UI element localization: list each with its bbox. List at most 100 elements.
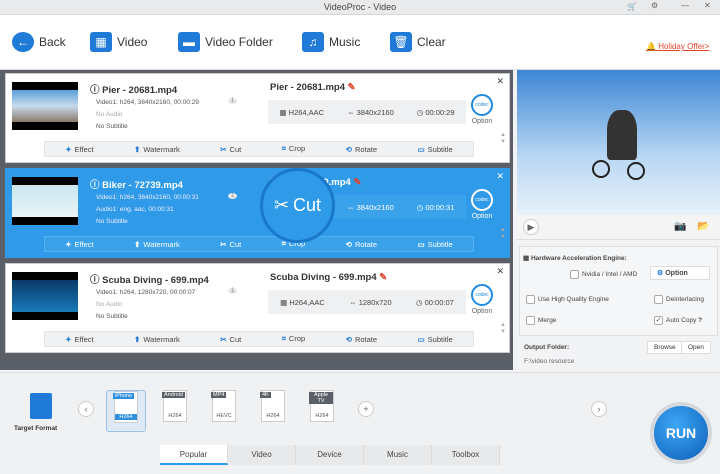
watermark-button[interactable]: ⬆ Watermark [134, 145, 180, 154]
subtitle-button[interactable]: ▭ Subtitle [418, 240, 453, 249]
video-thumbnail[interactable] [12, 272, 78, 320]
resolution-info: ⇔ 1280x720 [349, 297, 392, 307]
resize-icon: ⇔ [347, 107, 355, 117]
back-arrow-icon: ← [12, 32, 34, 52]
format-preset[interactable]: 4K H264 [253, 390, 293, 432]
close-icon[interactable]: ✕ [704, 1, 711, 10]
help-icon[interactable]: ? [698, 317, 702, 324]
minimize-icon[interactable]: — [681, 1, 689, 10]
title-bar: VideoProc - Video 🛒 ⚙ — ✕ [0, 0, 720, 15]
clock-icon: ◷ [416, 107, 424, 117]
option-button[interactable]: ⚙ Option [650, 266, 710, 280]
output-folder-label: Output Folder: [524, 344, 570, 351]
deinterlacing-checkbox[interactable]: Deinterlacing [654, 295, 704, 304]
format-preset[interactable]: MP4 HEVC [204, 390, 244, 432]
add-music-button[interactable]: ♫ Music [302, 32, 360, 52]
codec-option-button[interactable]: codec Option [469, 94, 495, 125]
reorder-arrows[interactable]: ▲ ▼ [500, 227, 506, 241]
cut-icon: ✂ [220, 239, 227, 249]
scroll-right-button[interactable]: › [591, 401, 607, 417]
info-icon[interactable]: ⓘ [90, 85, 100, 96]
video-item[interactable]: ⓘ Biker - 72739.mp4 Video1: h264, 3840x2… [5, 168, 510, 258]
format-tabs: Popular Video Device Music Toolbox [160, 445, 500, 465]
remove-item-button[interactable]: ✕ [496, 266, 504, 277]
format-preset[interactable]: iPhone H264 [106, 390, 146, 432]
edit-pencil-icon: ✎ [353, 177, 362, 188]
clear-button[interactable]: 🗑 Clear [390, 32, 446, 52]
open-folder-icon[interactable]: 📂 [697, 221, 709, 232]
cut-icon: ✂ [220, 144, 227, 154]
tab-popular[interactable]: Popular [160, 445, 228, 465]
merge-checkbox[interactable]: Merge [526, 316, 556, 325]
rotate-button[interactable]: ⟲ Rotate [346, 145, 377, 154]
target-format-icon[interactable] [30, 393, 52, 419]
format-preset[interactable]: Apple TV H264 [302, 390, 342, 432]
bell-icon: 🔔 [646, 42, 656, 51]
reorder-arrows[interactable]: ▲ ▼ [500, 322, 506, 336]
cut-button[interactable]: ✂ Cut [220, 240, 241, 249]
watermark-button[interactable]: ⬆ Watermark [134, 335, 180, 344]
watermark-button[interactable]: ⬆ Watermark [134, 240, 180, 249]
output-file-name[interactable]: Pier - 20681.mp4 ✎ [270, 82, 356, 93]
browse-button[interactable]: Browse [647, 341, 683, 354]
subtitle-button[interactable]: ▭ Subtitle [418, 145, 453, 154]
info-icon[interactable]: ⓘ [90, 275, 100, 286]
subtitle-track: No Subtitle [96, 313, 128, 320]
open-button[interactable]: Open [681, 341, 711, 354]
play-button[interactable]: ▶ [523, 219, 539, 235]
cart-icon[interactable]: 🛒 [627, 2, 637, 11]
video-preview[interactable] [517, 70, 720, 215]
reorder-arrows[interactable]: ▲ ▼ [500, 132, 506, 146]
gear-icon[interactable]: ⚙ [651, 1, 658, 10]
snapshot-icon[interactable]: 📷 [674, 221, 686, 232]
effect-button[interactable]: ✦ Effect [65, 145, 93, 154]
crop-button[interactable]: ⌗ Crop [282, 334, 306, 344]
crop-button[interactable]: ⌗ Crop [282, 144, 306, 154]
tab-toolbox[interactable]: Toolbox [432, 445, 500, 465]
rotate-button[interactable]: ⟲ Rotate [346, 240, 377, 249]
video-thumbnail[interactable] [12, 177, 78, 225]
add-format-button[interactable]: + [358, 401, 374, 417]
hw-checkbox[interactable]: Nvidia / Intel / AMD [570, 270, 637, 279]
remove-item-button[interactable]: ✕ [496, 171, 504, 182]
run-button[interactable]: RUN [650, 402, 712, 464]
codec-option-button[interactable]: codec Option [469, 189, 495, 220]
resize-icon: ⇔ [349, 297, 357, 307]
track-count-badge: 1 [228, 193, 237, 199]
format-preset[interactable]: Android H264 [155, 390, 195, 432]
rotate-icon: ⟲ [345, 144, 352, 154]
rotate-button[interactable]: ⟲ Rotate [346, 335, 377, 344]
film-icon: ▦ [280, 297, 288, 307]
cut-button[interactable]: ✂ Cut [220, 145, 241, 154]
video-item[interactable]: ⓘ Pier - 20681.mp4 Video1: h264, 3840x21… [5, 73, 510, 163]
output-file-name[interactable]: Scuba Diving - 699.mp4 ✎ [270, 272, 387, 283]
magnifier-label: Cut [293, 195, 322, 215]
remove-item-button[interactable]: ✕ [496, 76, 504, 87]
add-video-button[interactable]: ▦ Video [90, 32, 147, 52]
clock-icon: ◷ [415, 297, 423, 307]
crop-icon: ⌗ [281, 144, 286, 153]
cut-button[interactable]: ✂ Cut [220, 335, 241, 344]
add-video-folder-button[interactable]: ▬ Video Folder [178, 32, 273, 52]
source-file-name: ⓘ Scuba Diving - 699.mp4 [90, 275, 209, 286]
holiday-offer-link[interactable]: 🔔 Holiday Offer> [646, 42, 709, 51]
tab-video[interactable]: Video [228, 445, 296, 465]
scroll-left-button[interactable]: ‹ [78, 401, 94, 417]
effect-button[interactable]: ✦ Effect [65, 240, 93, 249]
video-thumbnail[interactable] [12, 82, 78, 130]
auto-copy-checkbox[interactable]: ✓ Auto Copy ? [654, 316, 702, 325]
duration-info: ◷ 00:00:31 [416, 202, 455, 212]
codec-info: ▦ H264,AAC [279, 107, 325, 117]
watermark-icon: ⬆ [134, 334, 141, 344]
back-button[interactable]: ← Back [12, 32, 66, 52]
tab-device[interactable]: Device [296, 445, 364, 465]
tab-music[interactable]: Music [364, 445, 432, 465]
high-quality-checkbox[interactable]: Use High Quality Engine [526, 295, 609, 304]
effect-button[interactable]: ✦ Effect [65, 335, 93, 344]
subtitle-button[interactable]: ▭ Subtitle [418, 335, 453, 344]
target-format-label: Target Format [14, 425, 58, 432]
codec-option-button[interactable]: codec Option [469, 284, 495, 315]
video-item[interactable]: ⓘ Scuba Diving - 699.mp4 Video1: h264, 1… [5, 263, 510, 353]
hw-option-label: Nvidia / Intel / AMD [582, 271, 638, 279]
info-icon[interactable]: ⓘ [90, 180, 100, 191]
